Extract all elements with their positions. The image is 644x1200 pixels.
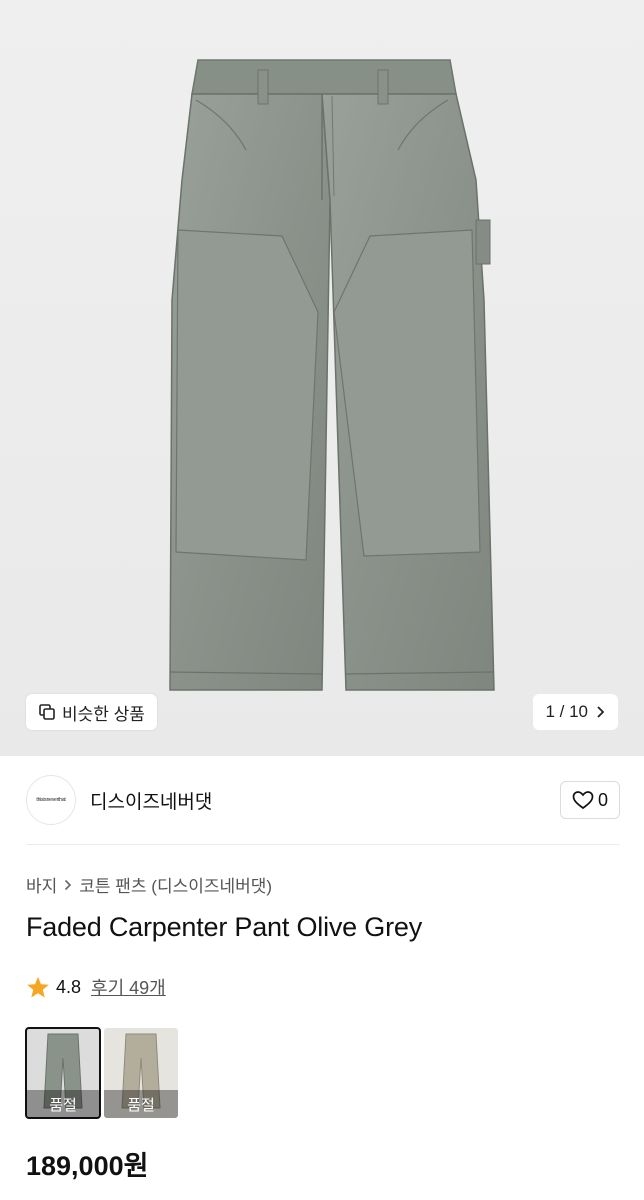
variant-thumb-beige[interactable]: 품절 xyxy=(104,1028,178,1118)
chevron-right-icon xyxy=(65,879,72,890)
brand-logo-text: thisisneverthat xyxy=(36,797,66,803)
image-pager-button[interactable]: 1 / 10 xyxy=(533,694,618,730)
star-icon xyxy=(27,976,49,997)
rating-value: 4.8 xyxy=(56,976,82,997)
product-title: Faded Carpenter Pant Olive Grey xyxy=(26,912,422,942)
soldout-badge: 품절 xyxy=(104,1090,178,1118)
variant-thumb-olive-grey[interactable]: 품절 xyxy=(25,1027,101,1119)
product-price: 189,000원 xyxy=(26,1151,149,1181)
breadcrumb: 바지 코튼 팬츠 (디스이즈네버댓) xyxy=(26,872,272,897)
heart-icon xyxy=(572,791,594,810)
product-image xyxy=(169,59,495,691)
soldout-badge: 품절 xyxy=(26,1090,100,1118)
brand-logo[interactable]: thisisneverthat xyxy=(26,775,76,825)
product-image-gallery[interactable]: 비슷한 상품 1 / 10 xyxy=(0,0,644,756)
color-variants: 품절 품절 xyxy=(25,1027,178,1119)
breadcrumb-category[interactable]: 바지 xyxy=(26,872,57,897)
chevron-right-icon xyxy=(597,706,605,718)
rating-row: 4.8 후기 49개 xyxy=(26,974,166,1000)
divider xyxy=(26,844,620,845)
similar-products-label: 비슷한 상품 xyxy=(62,704,145,724)
image-pager-text: 1 / 10 xyxy=(545,702,588,721)
copy-icon xyxy=(39,704,55,720)
brand-row[interactable]: thisisneverthat 디스이즈네버댓 0 xyxy=(26,774,620,826)
like-count: 0 xyxy=(597,789,608,810)
breadcrumb-subcategory[interactable]: 코튼 팬츠 (디스이즈네버댓) xyxy=(79,872,272,897)
like-button[interactable]: 0 xyxy=(560,781,620,819)
reviews-link[interactable]: 후기 49개 xyxy=(91,974,166,1000)
brand-name[interactable]: 디스이즈네버댓 xyxy=(90,787,212,814)
similar-products-button[interactable]: 비슷한 상품 xyxy=(26,694,157,730)
